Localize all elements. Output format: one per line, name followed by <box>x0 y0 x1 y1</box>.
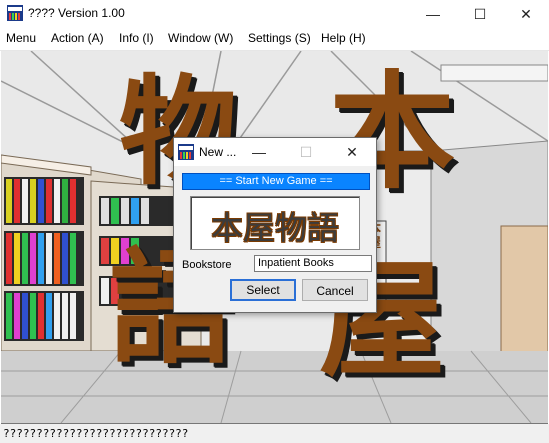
close-icon: ✕ <box>346 144 358 160</box>
menu-item-help[interactable]: Help (H) <box>321 31 366 45</box>
minimize-icon: — <box>252 144 266 160</box>
title-bar: ???? Version 1.00 — ☐ ✕ <box>0 0 549 28</box>
app-icon <box>7 5 23 21</box>
game-logo: 本屋物語 <box>190 196 360 250</box>
close-button[interactable]: ✕ <box>503 0 549 28</box>
game-logo-text: 本屋物語 <box>210 209 339 247</box>
status-bar: ???????????????????????????? <box>0 424 549 443</box>
select-button[interactable]: Select <box>230 279 296 301</box>
bookstore-name-input[interactable] <box>254 255 372 272</box>
start-new-game-banner: == Start New Game == <box>182 173 370 190</box>
menu-item-action[interactable]: Action (A) <box>51 31 104 45</box>
window-title: ???? Version 1.00 <box>28 6 125 20</box>
dialog-app-icon <box>178 144 194 160</box>
menu-item-window[interactable]: Window (W) <box>168 31 233 45</box>
bookstore-label: Bookstore <box>182 259 232 271</box>
menu-item-settings[interactable]: Settings (S) <box>248 31 311 45</box>
maximize-icon: ☐ <box>299 144 313 160</box>
maximize-icon: ☐ <box>473 6 487 22</box>
dialog-maximize-button: ☐ <box>289 138 323 166</box>
new-game-dialog: New ... — ☐ ✕ == Start New Game == 本屋物語 … <box>173 137 377 313</box>
maximize-button[interactable]: ☐ <box>457 0 503 28</box>
dialog-minimize-button[interactable]: — <box>242 138 276 166</box>
minimize-icon: — <box>426 6 440 22</box>
menu-bar: Menu Action (A) Info (I) Window (W) Sett… <box>0 28 549 51</box>
dialog-title: New ... <box>199 145 237 159</box>
menu-item-info[interactable]: Info (I) <box>119 31 154 45</box>
status-text: ???????????????????????????? <box>3 427 189 440</box>
menu-item-menu[interactable]: Menu <box>6 31 36 45</box>
minimize-button[interactable]: — <box>410 0 456 28</box>
cancel-button[interactable]: Cancel <box>302 279 368 301</box>
dialog-title-bar: New ... — ☐ ✕ <box>174 138 376 166</box>
dialog-close-button[interactable]: ✕ <box>335 138 369 166</box>
close-icon: ✕ <box>520 6 532 22</box>
